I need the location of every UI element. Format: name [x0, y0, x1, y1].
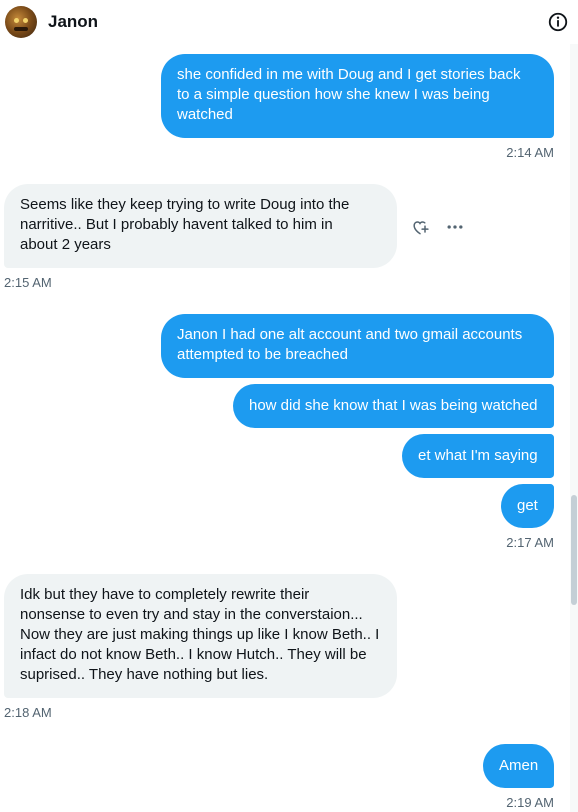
message-bubble-outgoing[interactable]: Amen — [483, 744, 554, 788]
message-bubble-outgoing[interactable]: Janon I had one alt account and two gmai… — [161, 314, 554, 378]
contact-avatar[interactable] — [5, 6, 37, 38]
avatar-eye — [14, 18, 19, 23]
scrollbar-thumb[interactable] — [571, 495, 577, 605]
message-bubble-incoming[interactable]: Idk but they have to completely rewrite … — [4, 574, 397, 698]
message-timestamp: 2:18 AM — [4, 705, 52, 720]
avatar-mouth — [14, 27, 28, 31]
message-timestamp: 2:19 AM — [506, 795, 554, 810]
heart-plus-icon[interactable] — [410, 217, 430, 237]
message-timestamp: 2:17 AM — [506, 535, 554, 550]
message-bubble-incoming[interactable]: Seems like they keep trying to write Dou… — [4, 184, 397, 268]
more-horizontal-icon[interactable] — [445, 217, 465, 237]
message-timestamp: 2:14 AM — [506, 145, 554, 160]
info-icon[interactable] — [547, 11, 569, 33]
message-bubble-outgoing[interactable]: et what I'm saying — [402, 434, 554, 478]
avatar-eye — [23, 18, 28, 23]
conversation-header: Janon — [0, 0, 578, 44]
contact-name[interactable]: Janon — [48, 12, 98, 32]
message-timestamp: 2:15 AM — [4, 275, 52, 290]
message-bubble-outgoing[interactable]: she confided in me with Doug and I get s… — [161, 54, 554, 138]
message-bubble-outgoing[interactable]: get — [501, 484, 554, 528]
message-bubble-outgoing[interactable]: how did she know that I was being watche… — [233, 384, 554, 428]
scrollbar-track[interactable] — [570, 0, 578, 812]
